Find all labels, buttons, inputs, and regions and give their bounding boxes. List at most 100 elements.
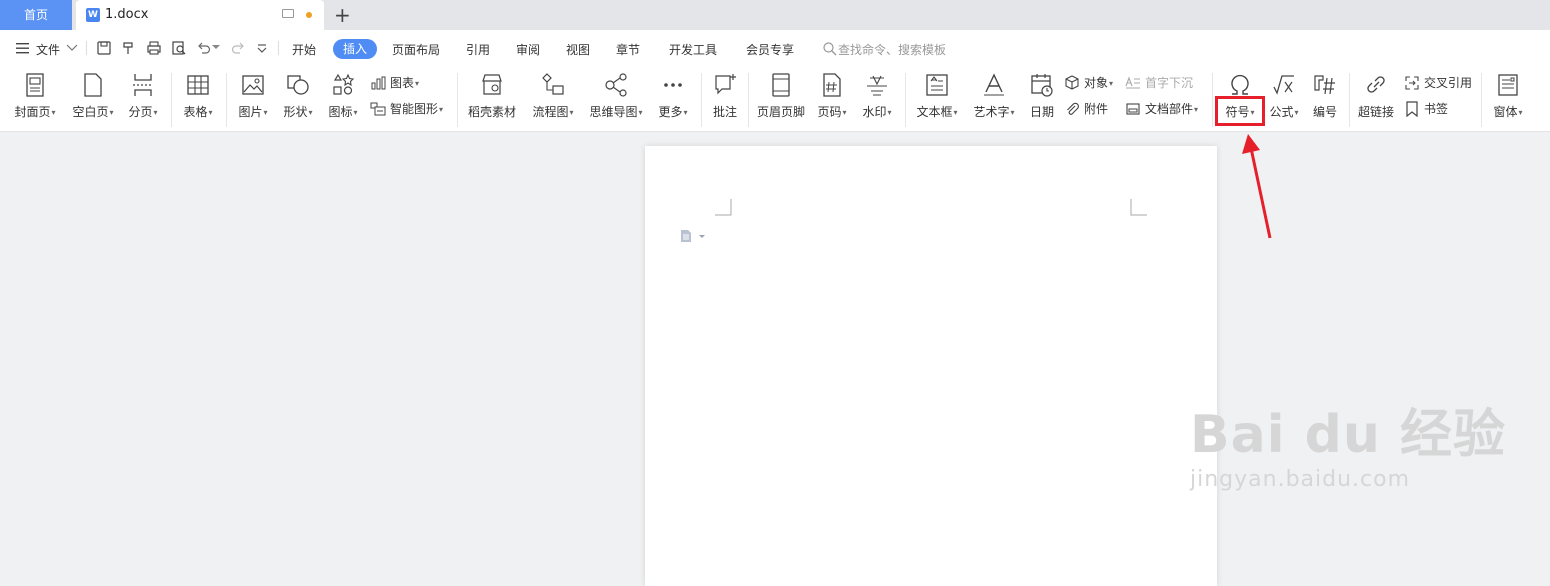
save-icon[interactable]: [96, 40, 112, 56]
customize-toolbar-icon[interactable]: [256, 43, 272, 59]
menu-tab-view[interactable]: 视图: [566, 41, 590, 58]
divider: [86, 41, 87, 55]
numbering-label: 编号: [1312, 105, 1337, 119]
formula-icon: [1273, 75, 1294, 95]
shape-icon: [287, 75, 309, 95]
bookmark-icon: [1406, 101, 1418, 118]
attachment-button[interactable]: 附件: [1064, 100, 1108, 120]
monitor-icon[interactable]: [282, 9, 294, 18]
header-footer-button[interactable]: 页眉页脚: [754, 69, 808, 125]
smart-art-button[interactable]: 智能图形▾: [370, 100, 443, 120]
link-icon: [1367, 76, 1385, 93]
divider: [1212, 73, 1213, 127]
tab-document-title: 1.docx: [105, 7, 149, 22]
cross-reference-button[interactable]: 交叉引用: [1404, 74, 1472, 94]
cover-page-button[interactable]: 封面页▾: [8, 69, 62, 125]
page-number-icon: [823, 73, 841, 97]
mind-map-label: 思维导图: [589, 105, 638, 119]
format-painter-icon[interactable]: [121, 40, 137, 56]
page-break-label: 分页: [128, 105, 153, 119]
store-icon: [482, 74, 502, 95]
paragraph-layout-icon[interactable]: [680, 229, 706, 243]
divider: [701, 73, 702, 127]
tab-bar: 首页 W 1.docx +: [0, 0, 1550, 30]
formula-label: 公式: [1269, 105, 1294, 119]
redo-icon[interactable]: [230, 40, 246, 56]
table-button[interactable]: 表格▾: [176, 69, 220, 125]
object-icon: [1065, 75, 1079, 90]
search-icon[interactable]: [822, 41, 838, 57]
caret-down-icon[interactable]: [212, 45, 228, 61]
chevron-down-icon[interactable]: [66, 43, 82, 59]
docer-material-button[interactable]: 稻壳素材: [462, 69, 522, 125]
divider: [171, 73, 172, 127]
form-window-button[interactable]: 窗体▾: [1486, 69, 1530, 125]
smart-art-icon: [370, 102, 386, 116]
chart-label: 图表: [390, 76, 415, 90]
document-workspace: [0, 132, 1550, 586]
tab-home[interactable]: 首页: [0, 0, 72, 30]
object-button[interactable]: 对象▾: [1064, 74, 1113, 94]
icon-library-button[interactable]: 图标▾: [321, 69, 365, 125]
margin-corner-top-left: [715, 199, 732, 216]
mind-map-button[interactable]: 思维导图▾: [584, 69, 648, 125]
drop-cap-button[interactable]: 首字下沉: [1125, 74, 1193, 94]
menu-tab-page-layout[interactable]: 页面布局: [392, 41, 440, 58]
date-button[interactable]: 日期: [1024, 69, 1060, 125]
divider: [278, 41, 279, 55]
text-box-button[interactable]: 文本框▾: [910, 69, 964, 125]
menu-tab-developer[interactable]: 开发工具: [669, 41, 717, 58]
flowchart-icon: [542, 73, 564, 95]
menu-tab-section[interactable]: 章节: [616, 41, 640, 58]
attachment-label: 附件: [1084, 102, 1109, 116]
document-page[interactable]: [645, 146, 1217, 586]
header-footer-icon: [772, 73, 790, 97]
page-number-button[interactable]: 页码▾: [812, 69, 852, 125]
flowchart-button[interactable]: 流程图▾: [526, 69, 580, 125]
formula-button[interactable]: 公式▾: [1264, 69, 1304, 125]
tab-document[interactable]: W 1.docx: [76, 0, 324, 30]
divider: [905, 73, 906, 127]
comment-label: 批注: [712, 105, 737, 119]
icon-library-icon: [333, 73, 355, 95]
print-preview-icon[interactable]: [171, 40, 187, 56]
menu-tab-review[interactable]: 审阅: [516, 41, 540, 58]
page-break-button[interactable]: 分页▾: [122, 69, 164, 125]
smart-art-label: 智能图形: [390, 102, 439, 116]
watermark-label: 水印: [862, 105, 887, 119]
search-command-input[interactable]: 查找命令、搜索模板: [838, 41, 946, 58]
file-menu[interactable]: 文件: [36, 41, 60, 58]
comment-icon: [715, 74, 736, 95]
watermark-url: jingyan.baidu.com: [1190, 467, 1411, 492]
numbering-button[interactable]: 编号: [1306, 69, 1344, 125]
picture-button[interactable]: 图片▾: [231, 69, 275, 125]
undo-icon[interactable]: [196, 40, 212, 56]
text-box-icon: [926, 74, 948, 96]
watermark-button[interactable]: 水印▾: [856, 69, 898, 125]
menu-tab-home[interactable]: 开始: [292, 41, 316, 58]
comment-button[interactable]: 批注: [706, 69, 744, 125]
header-footer-label: 页眉页脚: [756, 105, 805, 119]
bookmark-button[interactable]: 书签: [1404, 100, 1448, 120]
hyperlink-button[interactable]: 超链接: [1354, 69, 1398, 125]
divider: [457, 73, 458, 127]
new-tab-button[interactable]: +: [334, 3, 351, 27]
shape-label: 形状: [283, 105, 308, 119]
blank-page-button[interactable]: 空白页▾: [66, 69, 120, 125]
form-icon: [1498, 74, 1518, 96]
document-parts-label: 文档部件: [1145, 102, 1194, 116]
cross-reference-label: 交叉引用: [1424, 76, 1473, 90]
word-art-button[interactable]: 艺术字▾: [967, 69, 1021, 125]
menu-tab-member[interactable]: 会员专享: [746, 41, 794, 58]
print-icon[interactable]: [146, 40, 162, 56]
blank-page-label: 空白页: [72, 105, 109, 119]
menu-tab-insert[interactable]: 插入: [333, 39, 377, 59]
more-button[interactable]: 更多▾: [652, 69, 694, 125]
shape-button[interactable]: 形状▾: [276, 69, 320, 125]
document-parts-icon: [1126, 103, 1140, 115]
chart-button[interactable]: 图表▾: [370, 74, 419, 94]
document-parts-button[interactable]: 文档部件▾: [1125, 100, 1198, 120]
menu-tab-references[interactable]: 引用: [466, 41, 490, 58]
divider: [1481, 73, 1482, 127]
hamburger-icon[interactable]: [15, 41, 31, 57]
